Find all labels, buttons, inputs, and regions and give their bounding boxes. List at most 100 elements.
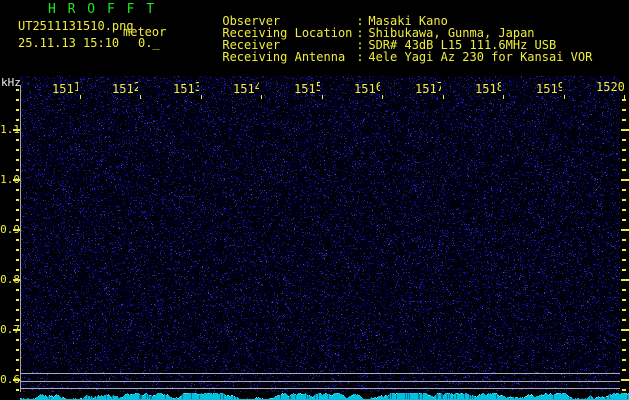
clipped-digit: 3 [194, 81, 199, 93]
freq-tick-right [622, 139, 626, 141]
freq-tick-left [16, 309, 19, 311]
time-tick-label: 1518 [475, 81, 501, 96]
freq-tick-right [621, 279, 629, 281]
freq-tick-left [16, 299, 19, 301]
freq-tick-right [621, 129, 629, 131]
freq-tick-left [16, 259, 19, 261]
clipped-digit: 2 [133, 81, 138, 93]
freq-tick-right [622, 119, 626, 121]
freq-tick-right [622, 169, 626, 171]
freq-tick-left [13, 179, 20, 181]
time-tick-label: 1515 [294, 81, 320, 96]
freq-tick-left [16, 169, 19, 171]
time-tick [443, 95, 444, 99]
freq-tick-right [622, 269, 626, 271]
freq-tick-left [16, 349, 19, 351]
time-tick [140, 95, 141, 99]
freq-tick-right [622, 359, 626, 361]
freq-tick-left [16, 99, 19, 101]
time-tick [201, 95, 202, 99]
freq-tick-left [16, 339, 19, 341]
freq-tick-left [16, 109, 19, 111]
time-tick [564, 95, 565, 99]
freq-tick-right [621, 229, 629, 231]
freq-tick-left [16, 119, 19, 121]
freq-tick-right [622, 189, 626, 191]
freq-tick-left [16, 159, 19, 161]
freq-tick-left [13, 229, 20, 231]
screen: 1.1 1.0 0.9 0.8 0.7 0.6 1511 1512 1513 1514 1515 15… [0, 0, 629, 400]
time-tick [624, 95, 625, 99]
time-tick [80, 95, 81, 99]
time-tick-label: 1511 [52, 81, 78, 96]
freq-tick-left [13, 379, 20, 381]
filename-text: UT2511131510.png [18, 19, 134, 33]
time-tick-label: 1513 [173, 81, 199, 96]
time-tick-label: 1520 [596, 80, 625, 94]
echo-counter-text: 0._ [138, 36, 160, 50]
freq-tick-left [16, 139, 19, 141]
freq-tick-right [621, 379, 629, 381]
freq-tick-left [13, 129, 20, 131]
time-tick-label: 1519 [536, 81, 562, 96]
freq-tick-right [622, 309, 626, 311]
time-tick [382, 95, 383, 99]
freq-tick-right [622, 149, 626, 151]
freq-tick-right [622, 339, 626, 341]
clipped-digit: 9 [557, 81, 562, 93]
freq-tick-right [622, 289, 626, 291]
freq-tick-right [622, 199, 626, 201]
freq-tick-left [16, 249, 19, 251]
clipped-digit: 6 [375, 81, 380, 93]
info-value: 4ele Yagi Az 230 for Kansai VOR [368, 50, 593, 64]
freq-axis-line [20, 85, 21, 392]
time-tick-label: 1514 [233, 81, 259, 96]
info-separator: : [356, 50, 364, 64]
freq-tick-left [16, 389, 19, 391]
freq-tick-left [13, 279, 20, 281]
freq-tick-left [16, 219, 19, 221]
freq-tick-right [622, 259, 626, 261]
page-title: H R O F F T [48, 2, 157, 17]
time-tick [322, 95, 323, 99]
freq-tick-right [622, 159, 626, 161]
clipped-digit: 4 [254, 81, 259, 93]
freq-tick-right [622, 209, 626, 211]
freq-tick-left [16, 199, 19, 201]
freq-tick-left [16, 89, 19, 91]
freq-tick-left [16, 369, 19, 371]
freq-tick-right [622, 109, 626, 111]
freq-tick-right [622, 249, 626, 251]
clipped-digit: 7 [436, 81, 441, 93]
observation-info-table: Observer: Masaki Kano Receiving Location:… [179, 3, 592, 63]
time-tick [503, 95, 504, 99]
carrier-line [20, 381, 620, 382]
freq-tick-left [13, 329, 20, 331]
time-tick-label: 1517 [415, 81, 441, 96]
freq-tick-left [16, 209, 19, 211]
carrier-line [20, 388, 620, 389]
freq-tick-right [622, 319, 626, 321]
freq-tick-left [16, 239, 19, 241]
freq-tick-left [16, 269, 19, 271]
freq-unit-label: kHz [1, 76, 21, 89]
time-tick-label: 1512 [112, 81, 138, 96]
clipped-digit: 1 [73, 81, 78, 93]
freq-tick-left [16, 359, 19, 361]
freq-tick-left [16, 149, 19, 151]
freq-tick-right [622, 239, 626, 241]
carrier-line [20, 373, 620, 374]
freq-tick-right [622, 369, 626, 371]
signal-level-canvas [20, 393, 629, 400]
clipped-digit: 5 [315, 81, 320, 93]
freq-tick-left [16, 289, 19, 291]
freq-tick-right [622, 349, 626, 351]
clipped-digit: 8 [496, 81, 501, 93]
freq-tick-left [16, 319, 19, 321]
info-label: Receiving Antenna [222, 50, 346, 64]
datetime-text: 25.11.13 15:10 [18, 36, 120, 50]
freq-tick-right [621, 179, 629, 181]
freq-tick-right [622, 219, 626, 221]
freq-tick-right [622, 299, 626, 301]
freq-tick-right [621, 329, 629, 331]
